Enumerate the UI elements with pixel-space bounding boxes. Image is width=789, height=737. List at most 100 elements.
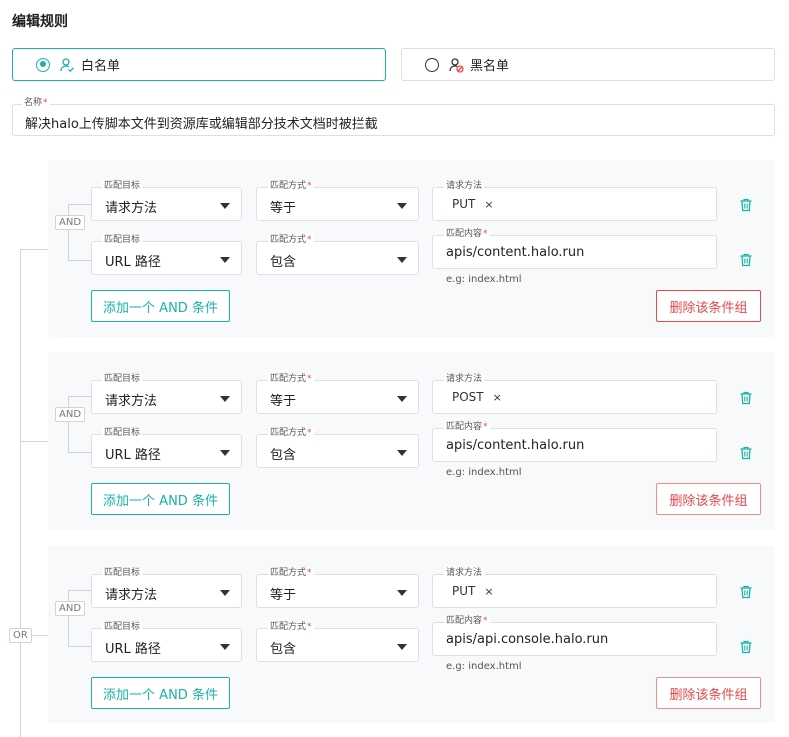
match-target-select[interactable]: URL 路径 xyxy=(91,434,242,468)
or-badge: OR xyxy=(9,628,32,643)
match-content-hint: e.g: index.html xyxy=(446,274,522,285)
condition-group-2: AND 请求方法 匹配目标 等于 匹配方式* POST × 请求方法 URL 路径… xyxy=(48,352,775,530)
match-content-value: apis/api.console.halo.run xyxy=(446,632,609,647)
match-content-label: 匹配内容* xyxy=(444,616,490,626)
match-target-value: URL 路径 xyxy=(105,255,161,270)
blacklist-label: 黑名单 xyxy=(470,59,510,74)
tag-remove-icon[interactable]: × xyxy=(484,198,493,211)
match-mode-value: 包含 xyxy=(270,448,297,463)
tag-remove-icon[interactable]: × xyxy=(484,585,493,598)
match-mode-label: 匹配方式* xyxy=(268,374,314,384)
chevron-down-icon xyxy=(397,644,407,650)
trash-icon[interactable] xyxy=(739,253,753,267)
match-target-label: 匹配目标 xyxy=(102,181,143,191)
trash-icon[interactable] xyxy=(739,446,753,460)
trash-icon[interactable] xyxy=(739,198,753,212)
match-target-select[interactable]: 请求方法 xyxy=(91,574,242,608)
request-method-select[interactable]: POST × xyxy=(432,380,717,414)
match-target-select[interactable]: URL 路径 xyxy=(91,241,242,275)
delete-condition-group-button[interactable]: 删除该条件组 xyxy=(656,483,761,515)
match-mode-select[interactable]: 包含 xyxy=(256,628,419,662)
match-mode-select[interactable]: 包含 xyxy=(256,241,419,275)
match-mode-value: 等于 xyxy=(270,201,297,216)
name-input[interactable]: 解决halo上传脚本文件到资源库或编辑部分技术文档时被拦截 xyxy=(12,104,775,136)
whitelist-radio[interactable] xyxy=(36,57,50,72)
match-target-label: 匹配目标 xyxy=(102,568,143,578)
tag-remove-icon[interactable]: × xyxy=(493,391,502,404)
chevron-down-icon xyxy=(220,644,230,650)
match-target-label: 匹配目标 xyxy=(102,235,143,245)
chevron-down-icon xyxy=(220,590,230,596)
match-content-hint: e.g: index.html xyxy=(446,467,522,478)
add-and-condition-button[interactable]: 添加一个 AND 条件 xyxy=(91,483,230,515)
and-bracket xyxy=(68,204,92,261)
match-mode-value: 等于 xyxy=(270,588,297,603)
match-mode-value: 包含 xyxy=(270,642,297,657)
chevron-down-icon xyxy=(220,203,230,209)
request-method-label: 请求方法 xyxy=(444,181,485,191)
match-mode-select[interactable]: 包含 xyxy=(256,434,419,468)
match-mode-label: 匹配方式* xyxy=(268,428,314,438)
chevron-down-icon xyxy=(397,590,407,596)
trash-icon[interactable] xyxy=(739,640,753,654)
name-input-value: 解决halo上传脚本文件到资源库或编辑部分技术文档时被拦截 xyxy=(25,117,378,132)
match-mode-select[interactable]: 等于 xyxy=(256,574,419,608)
match-content-value: apis/content.halo.run xyxy=(446,438,585,453)
match-mode-select[interactable]: 等于 xyxy=(256,187,419,221)
page-title: 编辑规则 xyxy=(12,14,68,30)
match-mode-value: 包含 xyxy=(270,255,297,270)
name-field-label: 名称* xyxy=(22,98,50,108)
delete-condition-group-button[interactable]: 删除该条件组 xyxy=(656,677,761,709)
match-target-label: 匹配目标 xyxy=(102,428,143,438)
match-content-label: 匹配内容* xyxy=(444,422,490,432)
match-content-input[interactable]: apis/content.halo.run xyxy=(432,235,717,269)
request-method-label: 请求方法 xyxy=(444,568,485,578)
chevron-down-icon xyxy=(397,396,407,402)
and-badge: AND xyxy=(55,215,86,230)
user-check-icon xyxy=(60,57,74,72)
method-tag: PUT × xyxy=(452,584,494,598)
request-method-select[interactable]: PUT × xyxy=(432,574,717,608)
match-target-label: 匹配目标 xyxy=(102,622,143,632)
chevron-down-icon xyxy=(397,450,407,456)
match-target-value: 请求方法 xyxy=(105,394,158,409)
and-badge: AND xyxy=(55,407,86,422)
method-tag: POST × xyxy=(452,390,502,404)
match-target-value: URL 路径 xyxy=(105,448,161,463)
chevron-down-icon xyxy=(220,257,230,263)
request-method-label: 请求方法 xyxy=(444,374,485,384)
match-mode-label: 匹配方式* xyxy=(268,181,314,191)
match-content-label: 匹配内容* xyxy=(444,229,490,239)
blacklist-option[interactable]: 黑名单 xyxy=(401,48,775,81)
match-mode-select[interactable]: 等于 xyxy=(256,380,419,414)
match-mode-value: 等于 xyxy=(270,394,297,409)
match-content-value: apis/content.halo.run xyxy=(446,245,585,260)
match-content-input[interactable]: apis/content.halo.run xyxy=(432,428,717,462)
match-content-hint: e.g: index.html xyxy=(446,661,522,672)
trash-icon[interactable] xyxy=(739,585,753,599)
match-mode-label: 匹配方式* xyxy=(268,622,314,632)
whitelist-option[interactable]: 白名单 xyxy=(12,48,386,81)
and-badge: AND xyxy=(55,601,86,616)
condition-group-3: AND 请求方法 匹配目标 等于 匹配方式* PUT × 请求方法 URL 路径 … xyxy=(48,546,775,723)
match-target-select[interactable]: 请求方法 xyxy=(91,380,242,414)
request-method-select[interactable]: PUT × xyxy=(432,187,717,221)
whitelist-label: 白名单 xyxy=(81,59,121,74)
match-target-value: 请求方法 xyxy=(105,588,158,603)
match-target-select[interactable]: URL 路径 xyxy=(91,628,242,662)
chevron-down-icon xyxy=(397,257,407,263)
match-mode-label: 匹配方式* xyxy=(268,568,314,578)
chevron-down-icon xyxy=(397,203,407,209)
match-target-value: URL 路径 xyxy=(105,642,161,657)
blacklist-radio[interactable] xyxy=(425,57,439,72)
match-target-label: 匹配目标 xyxy=(102,374,143,384)
method-tag: PUT × xyxy=(452,197,494,211)
match-content-input[interactable]: apis/api.console.halo.run xyxy=(432,622,717,656)
add-and-condition-button[interactable]: 添加一个 AND 条件 xyxy=(91,290,230,322)
delete-condition-group-button[interactable]: 删除该条件组 xyxy=(656,290,761,322)
add-and-condition-button[interactable]: 添加一个 AND 条件 xyxy=(91,677,230,709)
or-branch-2 xyxy=(20,441,48,442)
and-bracket xyxy=(68,396,92,453)
trash-icon[interactable] xyxy=(739,391,753,405)
match-target-select[interactable]: 请求方法 xyxy=(91,187,242,221)
